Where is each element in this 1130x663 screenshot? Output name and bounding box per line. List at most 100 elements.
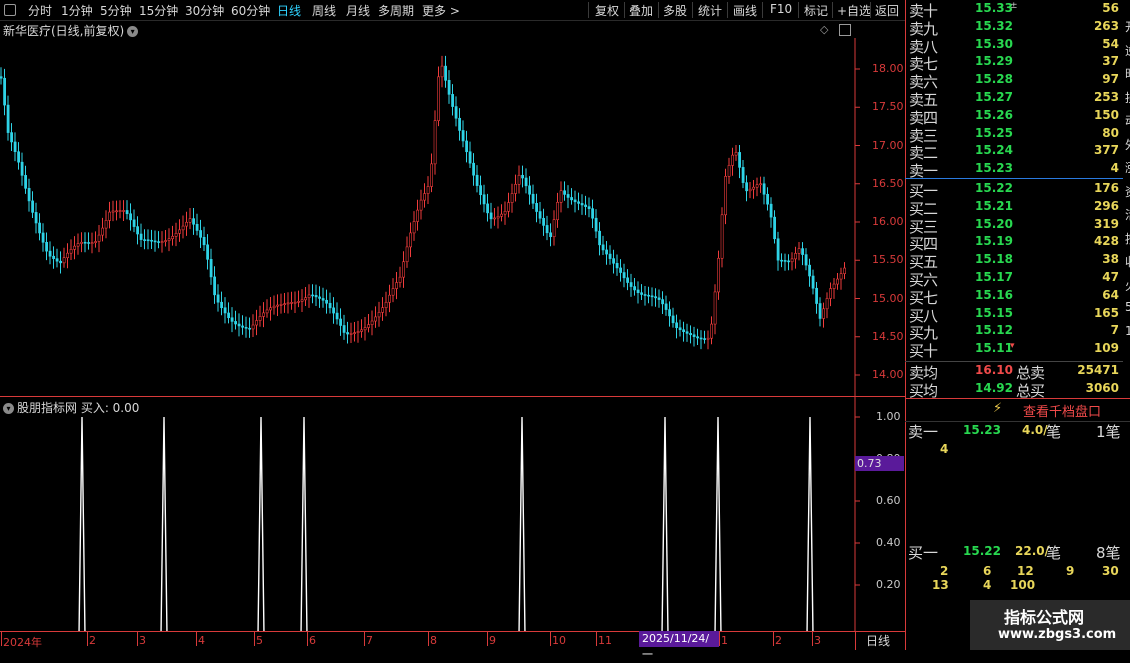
candle-body bbox=[265, 309, 269, 314]
order-book-row[interactable]: 买八 15.15 165 bbox=[906, 305, 1130, 325]
candle-body bbox=[626, 277, 630, 283]
order-book-row[interactable]: 买三 15.20 319 bbox=[906, 216, 1130, 236]
buy1-price: 15.22 bbox=[963, 544, 1001, 558]
candle-body bbox=[479, 185, 483, 196]
mark-button[interactable]: 标记 bbox=[804, 2, 828, 19]
candle-body bbox=[493, 217, 497, 220]
restore-rights-button[interactable]: 复权 bbox=[595, 2, 619, 19]
order-book-row[interactable]: 卖六 15.28 97 bbox=[906, 71, 1130, 91]
order-book-row[interactable]: 买四 15.19 428 bbox=[906, 233, 1130, 253]
candle-body bbox=[587, 206, 591, 209]
candle-body bbox=[773, 216, 777, 240]
price-tick-label: 16.50 bbox=[872, 176, 904, 190]
order-book-row[interactable]: 买二 15.21 296 bbox=[906, 198, 1130, 218]
candles bbox=[0, 55, 847, 350]
side-column-char: 时 bbox=[1125, 65, 1130, 82]
candle-body bbox=[118, 210, 122, 212]
tab-5min[interactable]: 5分钟 bbox=[100, 2, 132, 19]
tab-monthly[interactable]: 月线 bbox=[346, 2, 370, 19]
sell1-order: 4 bbox=[940, 442, 949, 456]
candle-body bbox=[104, 220, 108, 229]
indicator-tick-label: 1.00 bbox=[876, 410, 901, 423]
order-book-row[interactable]: 卖八 15.30 54 bbox=[906, 36, 1130, 56]
tab-60min[interactable]: 60分钟 bbox=[231, 2, 270, 19]
multi-stock-button[interactable]: 多股 bbox=[663, 2, 687, 19]
candle-body bbox=[633, 286, 637, 291]
tab-multi-period[interactable]: 多周期 bbox=[378, 2, 414, 19]
checkbox-icon[interactable] bbox=[4, 4, 16, 16]
tab-15min[interactable]: 15分钟 bbox=[139, 2, 178, 19]
order-book-row[interactable]: 卖四 15.26 150 bbox=[906, 107, 1130, 127]
candle-body bbox=[503, 210, 507, 215]
level-flag: ± bbox=[1010, 1, 1018, 11]
avg-row: 卖均 16.10 总卖 25471 bbox=[906, 362, 1130, 382]
date-tick bbox=[428, 632, 429, 646]
toolbar-divider bbox=[727, 2, 728, 18]
stats-button[interactable]: 统计 bbox=[698, 2, 722, 19]
candle-body bbox=[832, 283, 836, 289]
candle-body bbox=[178, 229, 182, 234]
indicator-chart[interactable] bbox=[0, 397, 905, 631]
level-volume: 319 bbox=[1093, 216, 1119, 231]
candlestick-chart[interactable] bbox=[0, 38, 905, 396]
tab-daily[interactable]: 日线 bbox=[277, 2, 301, 19]
candle-body bbox=[577, 201, 581, 204]
candle-body bbox=[657, 297, 661, 300]
avg-price: 14.92 bbox=[975, 381, 1013, 395]
date-label: 2 bbox=[775, 634, 782, 647]
price-tick-label: 15.00 bbox=[872, 291, 904, 305]
order-book-row[interactable]: 买十 15.11 109 ▾ bbox=[906, 340, 1130, 360]
window-restore-icon[interactable] bbox=[839, 24, 851, 36]
order-book-row[interactable]: 买五 15.18 38 bbox=[906, 251, 1130, 271]
order-book-row[interactable]: 卖五 15.27 253 bbox=[906, 89, 1130, 109]
order-book-row[interactable]: 卖七 15.29 37 bbox=[906, 53, 1130, 73]
candle-body bbox=[66, 252, 70, 259]
candle-body bbox=[153, 240, 157, 243]
tab-more[interactable]: 更多 > bbox=[422, 2, 460, 19]
candle-body bbox=[818, 303, 822, 319]
tab-30min[interactable]: 30分钟 bbox=[185, 2, 224, 19]
tab-fenshi[interactable]: 分时 bbox=[28, 2, 52, 19]
order-book-row[interactable]: 卖二 15.24 377 bbox=[906, 142, 1130, 162]
order-book-row[interactable]: 卖十 15.33 56 ± bbox=[906, 0, 1130, 20]
level-price: 15.11 bbox=[975, 341, 1013, 356]
candle-body bbox=[612, 258, 616, 264]
order-book-row[interactable]: 买九 15.12 7 bbox=[906, 322, 1130, 342]
level-volume: 165 bbox=[1093, 305, 1119, 320]
candle-body bbox=[41, 232, 45, 243]
order-book-row[interactable]: 买六 15.17 47 bbox=[906, 269, 1130, 289]
candle-body bbox=[461, 130, 465, 142]
candle-body bbox=[458, 117, 462, 131]
draw-line-button[interactable]: 画线 bbox=[733, 2, 757, 19]
view-depth-link[interactable]: 查看千档盘口 bbox=[1023, 401, 1101, 420]
add-watchlist-button[interactable]: +自选 bbox=[837, 2, 871, 19]
back-button[interactable]: 返回 bbox=[875, 2, 899, 19]
candle-body bbox=[87, 242, 91, 244]
candle-body bbox=[573, 199, 577, 203]
diamond-icon[interactable]: ◇ bbox=[820, 23, 828, 36]
f10-button[interactable]: F10 bbox=[770, 2, 792, 16]
sell1-price: 15.23 bbox=[963, 423, 1001, 437]
order-book-row[interactable]: 卖一 15.23 4 bbox=[906, 160, 1130, 180]
period-button[interactable]: 日线 bbox=[866, 632, 890, 649]
candle-body bbox=[440, 65, 444, 78]
order-book-row[interactable]: 买七 15.16 64 bbox=[906, 287, 1130, 307]
order-book-row[interactable]: 卖三 15.25 80 bbox=[906, 125, 1130, 145]
date-label: 3 bbox=[139, 634, 146, 647]
candle-body bbox=[262, 312, 266, 317]
candle-body bbox=[174, 233, 178, 237]
overlay-button[interactable]: 叠加 bbox=[629, 2, 653, 19]
date-label: 9 bbox=[489, 634, 496, 647]
candle-body bbox=[181, 225, 185, 231]
chevron-down-icon[interactable]: ▾ bbox=[127, 26, 139, 37]
thousand-level-bar[interactable]: ⚡ 查看千档盘口 bbox=[905, 398, 1130, 422]
order-book-row[interactable]: 买一 15.22 176 bbox=[906, 180, 1130, 200]
order-book-row[interactable]: 卖九 15.32 263 bbox=[906, 18, 1130, 38]
tab-weekly[interactable]: 周线 bbox=[312, 2, 336, 19]
tab-1min[interactable]: 1分钟 bbox=[61, 2, 93, 19]
candle-body bbox=[538, 211, 542, 219]
candle-body bbox=[605, 249, 609, 255]
candle-body bbox=[325, 299, 329, 304]
candle-body bbox=[598, 230, 602, 246]
candle-body bbox=[202, 237, 206, 246]
